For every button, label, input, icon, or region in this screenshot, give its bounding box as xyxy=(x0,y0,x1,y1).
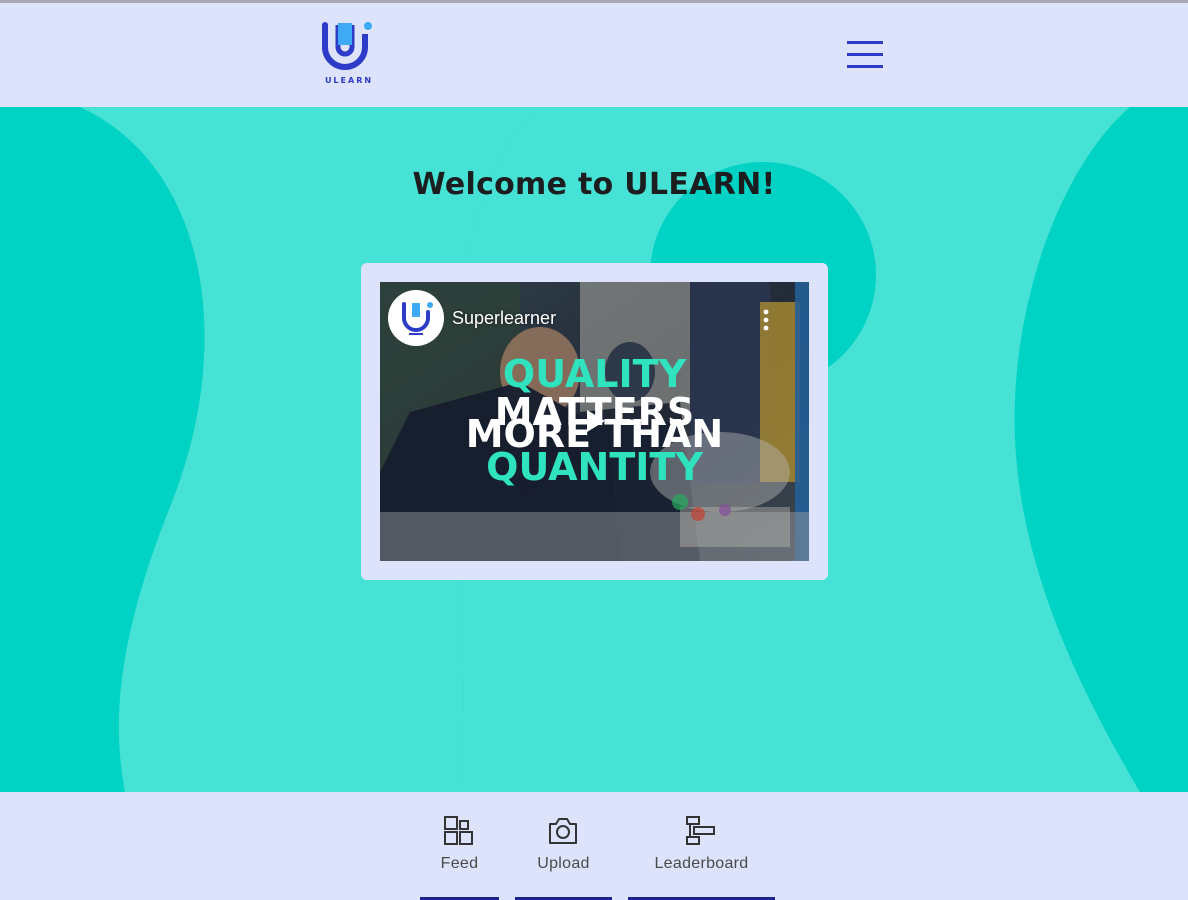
nav-item-leaderboard[interactable]: Leaderboard xyxy=(628,792,775,900)
nav-label-upload: Upload xyxy=(537,855,590,872)
video-player[interactable]: Superlearner QUALITY MATTERS MORE THAN Q… xyxy=(380,282,809,561)
video-card: Superlearner QUALITY MATTERS MORE THAN Q… xyxy=(361,263,828,580)
nav-item-feed[interactable]: Feed xyxy=(420,792,499,900)
channel-name[interactable]: Superlearner xyxy=(452,308,556,329)
hamburger-menu-icon xyxy=(847,41,883,68)
page-title: Welcome to ULEARN! xyxy=(412,167,776,202)
bottom-navigation: Feed Upload Leaderboard xyxy=(0,792,1188,900)
nav-label-leaderboard: Leaderboard xyxy=(654,855,749,872)
leaderboard-icon xyxy=(686,816,715,845)
nav-label-feed: Feed xyxy=(440,855,479,872)
camera-icon xyxy=(549,818,577,844)
menu-button[interactable] xyxy=(844,36,886,74)
app-header: ULEARN xyxy=(0,3,1188,107)
ulearn-logo[interactable]: ULEARN xyxy=(318,19,380,89)
play-icon xyxy=(587,410,605,432)
video-more-button[interactable] xyxy=(756,306,776,334)
superlearner-logo-icon xyxy=(402,302,433,335)
main-content: Welcome to ULEARN! Superlearner QUALITY … xyxy=(0,107,1188,792)
play-button[interactable] xyxy=(570,400,620,442)
channel-avatar[interactable] xyxy=(388,290,444,346)
ulearn-logo-icon xyxy=(322,22,372,70)
video-overlay-text-quantity: QUANTITY xyxy=(486,445,703,489)
logo-wordmark: ULEARN xyxy=(324,76,374,85)
nav-item-upload[interactable]: Upload xyxy=(515,792,612,900)
feed-grid-icon xyxy=(444,816,473,845)
video-overlay-text-quality: QUALITY xyxy=(502,352,687,396)
kebab-menu-icon xyxy=(763,309,769,331)
